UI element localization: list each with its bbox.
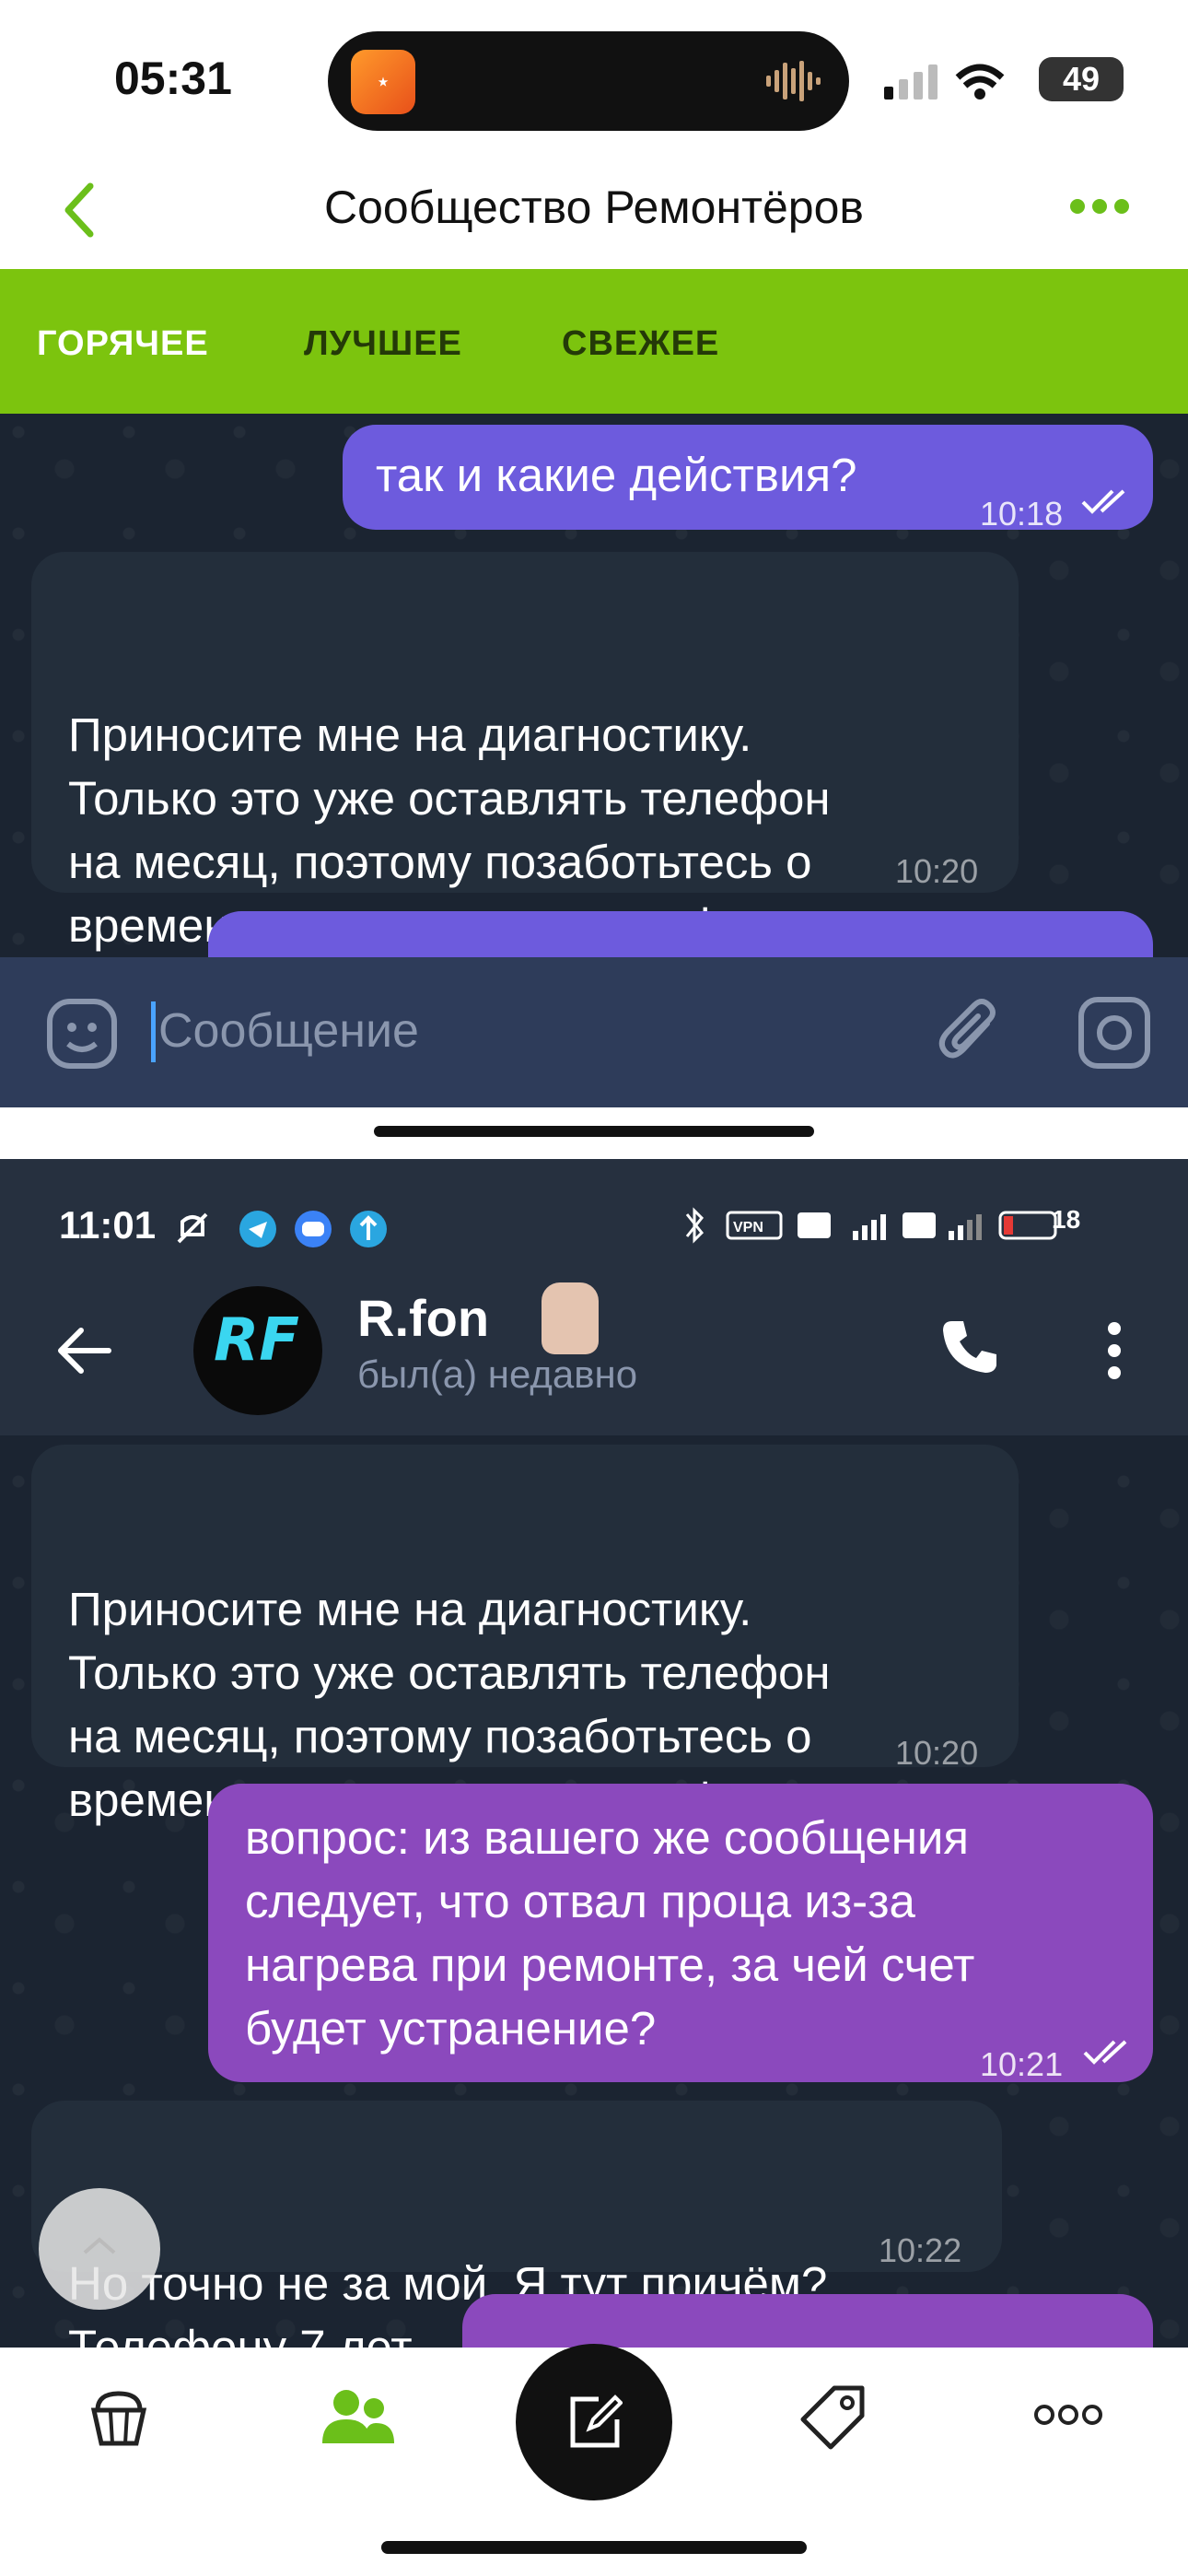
tag-icon[interactable] [798, 2383, 868, 2453]
signal-wifi-icons [884, 64, 1005, 100]
chat-status: был(а) недавно [357, 1352, 638, 1396]
avatar[interactable]: RF [193, 1286, 322, 1415]
community-icon[interactable] [319, 2386, 396, 2447]
android-battery: 18 [1052, 1205, 1081, 1234]
message-time: 10:22 [879, 2231, 962, 2269]
post-image-2: 11:01 VPN 18 RF R.fon был(а) недавно При… [0, 1159, 1188, 2348]
message-time: 10:18 [980, 495, 1064, 533]
message-outgoing-partial [462, 2294, 1153, 2348]
app-icon: ★ [351, 50, 415, 114]
fist-emoji-icon [542, 1282, 599, 1354]
back-arrow-icon[interactable] [55, 1325, 112, 1376]
status-time: 05:31 [114, 53, 232, 104]
compose-button[interactable] [516, 2344, 672, 2500]
message-incoming: Приносите мне на диагностику. Только это… [31, 1445, 1019, 1826]
post-image-1: так и какие действия? 10:18 Приносите мн… [0, 414, 1188, 1107]
message-time: 10:21 [980, 2045, 1064, 2083]
double-check-icon [1083, 2040, 1127, 2065]
page-title: Сообщество Ремонтёров [324, 181, 864, 233]
chat-header: 11:01 VPN 18 RF R.fon был(а) недавно [0, 1159, 1188, 1435]
tab-fresh[interactable]: СВЕЖЕЕ [562, 324, 719, 364]
phone-icon[interactable] [939, 1316, 1000, 1376]
android-status-time: 11:01 [59, 1203, 157, 1247]
message-text: так и какие действия? [376, 449, 857, 501]
tab-hot[interactable]: ГОРЯЧЕЕ [37, 324, 209, 364]
double-check-icon [1081, 489, 1125, 514]
camera-icon[interactable] [1077, 996, 1151, 1070]
home-indicator [381, 2541, 807, 2554]
kebab-menu-icon[interactable] [1105, 1321, 1124, 1380]
sticker-icon[interactable] [46, 998, 118, 1070]
cake-icon[interactable] [85, 2383, 153, 2451]
message-time: 10:20 [895, 1734, 979, 1772]
image-divider [0, 1152, 1188, 1159]
message-text: вопрос: из вашего же сообщения следует, … [245, 1811, 975, 2055]
text-caret [151, 1001, 156, 1062]
audio-wave-icon [766, 61, 821, 101]
svg-text:VPN: VPN [733, 1220, 763, 1235]
message-time: 10:20 [895, 852, 979, 890]
more-dots-icon[interactable] [1070, 199, 1136, 218]
compose-icon [570, 2395, 623, 2448]
battery-indicator: 49 [1039, 57, 1124, 101]
notification-icons [177, 1211, 387, 1247]
message-input[interactable]: Сообщение [158, 1003, 419, 1059]
message-outgoing: так и какие действия? 10:18 [343, 425, 1153, 533]
chat-name: R.fon [357, 1289, 490, 1347]
more-icon[interactable] [1033, 2403, 1103, 2427]
home-indicator [374, 1126, 814, 1137]
scroll-up-button[interactable] [39, 2188, 160, 2310]
tab-best[interactable]: ЛУЧШЕЕ [304, 324, 462, 364]
message-incoming: Приносите мне на диагностику. Только это… [31, 552, 1019, 952]
message-outgoing: вопрос: из вашего же сообщения следует, … [208, 1784, 1153, 2083]
message-input-bar: Сообщение [0, 957, 1188, 1107]
message-incoming: Но точно не за мой. Я тут причём? Телефо… [31, 2101, 1002, 2348]
attach-icon[interactable] [934, 996, 1007, 1070]
chevron-up-icon [83, 2237, 116, 2254]
